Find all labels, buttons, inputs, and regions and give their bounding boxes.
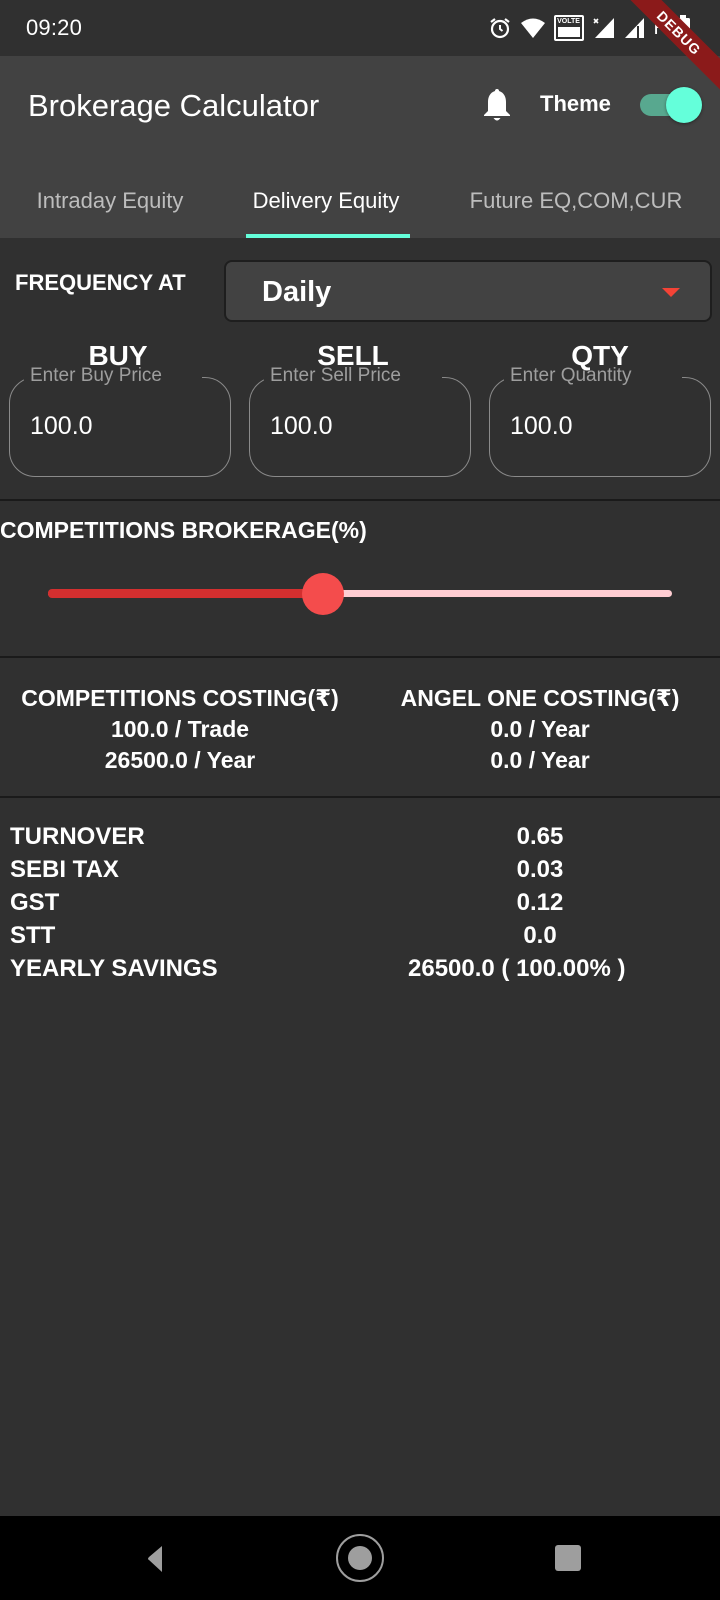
divider [0,796,720,798]
back-icon[interactable] [126,1534,186,1582]
breakdown-row-stt: STT 0.0 [0,919,720,952]
slider-thumb[interactable] [302,573,344,615]
toggle-thumb [666,87,702,123]
buy-price-input[interactable] [30,406,210,446]
breakdown-value: 0.65 [516,823,564,850]
charges-breakdown: TURNOVER 0.65 SEBI TAX 0.03 GST 0.12 STT… [0,820,720,985]
app-bar: Brokerage Calculator Theme Intraday Equi… [0,56,720,238]
roaming-indicator: R [653,16,668,39]
alarm-icon [489,18,510,39]
app-screen: 09:20 VOLTE R DEBUG Brokerage Calculator… [0,0,720,1600]
frequency-label: FREQUENCY AT [15,270,186,295]
angel-one-costing-header: ANGEL ONE COSTING(₹) [400,685,680,711]
sell-price-input[interactable] [270,406,450,446]
tab-delivery-equity[interactable]: Delivery Equity [236,164,416,238]
status-icons: VOLTE R [488,14,690,42]
status-bar: 09:20 VOLTE R [0,0,720,56]
tab-intraday-equity[interactable]: Intraday Equity [10,164,210,238]
competitions-per-year: 26500.0 / Year [104,747,256,773]
sell-price-label: Enter Sell Price [270,365,401,386]
signal-icon [624,18,644,38]
slider-track-active [48,589,323,598]
competitions-costing-header: COMPETITIONS COSTING(₹) [21,685,339,711]
breakdown-label: STT [10,922,56,949]
recents-icon[interactable] [538,1534,598,1582]
angel-one-costing: ANGEL ONE COSTING(₹) 0.0 / Year 0.0 / Ye… [360,682,720,776]
breakdown-label: TURNOVER [10,823,145,850]
angel-one-line-1: 0.0 / Year [490,716,590,742]
breakdown-value: 26500.0 ( 100.00% ) [408,955,626,982]
wifi-icon [520,18,545,38]
frequency-dropdown[interactable]: Daily [224,260,712,322]
angel-one-line-2: 0.0 / Year [490,747,590,773]
divider [0,499,720,501]
buy-price-field: Enter Buy Price [9,365,231,477]
competitions-costing: COMPETITIONS COSTING(₹) 100.0 / Trade 26… [0,682,360,776]
brokerage-slider[interactable] [48,572,672,616]
app-title: Brokerage Calculator [28,88,320,123]
breakdown-value: 0.03 [516,856,564,883]
quantity-label: Enter Quantity [510,365,632,386]
status-time: 09:20 [26,15,83,40]
competitions-per-trade: 100.0 / Trade [110,716,250,742]
breakdown-row-gst: GST 0.12 [0,886,720,919]
breakdown-row-turnover: TURNOVER 0.65 [0,820,720,853]
buy-price-label: Enter Buy Price [30,365,162,386]
breakdown-label: SEBI TAX [10,856,119,883]
bell-icon[interactable] [481,87,513,123]
volte-label: VOLTE [557,18,580,25]
frequency-selected-value: Daily [262,276,332,308]
volte-icon: VOLTE [553,15,584,41]
tab-future-eq-com-cur[interactable]: Future EQ,COM,CUR [452,164,700,238]
quantity-field: Enter Quantity [489,365,711,477]
tab-indicator [246,234,410,238]
dropdown-arrow-icon [662,288,680,297]
breakdown-value: 0.12 [516,889,564,916]
tab-bar: Intraday Equity Delivery Equity Future E… [0,164,720,238]
divider [0,656,720,658]
sell-price-field: Enter Sell Price [249,365,471,477]
battery-icon [676,15,690,41]
breakdown-label: GST [10,889,60,916]
quantity-input[interactable] [510,406,690,446]
system-nav-bar [0,1516,720,1600]
theme-toggle[interactable] [638,87,702,123]
breakdown-label: YEARLY SAVINGS [10,955,218,982]
home-icon[interactable] [330,1534,390,1582]
breakdown-row-yearly-savings: YEARLY SAVINGS 26500.0 ( 100.00% ) [0,952,720,985]
breakdown-row-sebi-tax: SEBI TAX 0.03 [0,853,720,886]
theme-label: Theme [540,91,611,116]
breakdown-value: 0.0 [523,922,557,949]
brokerage-label: COMPETITIONS BROKERAGE(%) [0,517,367,543]
signal-icon [592,18,614,38]
